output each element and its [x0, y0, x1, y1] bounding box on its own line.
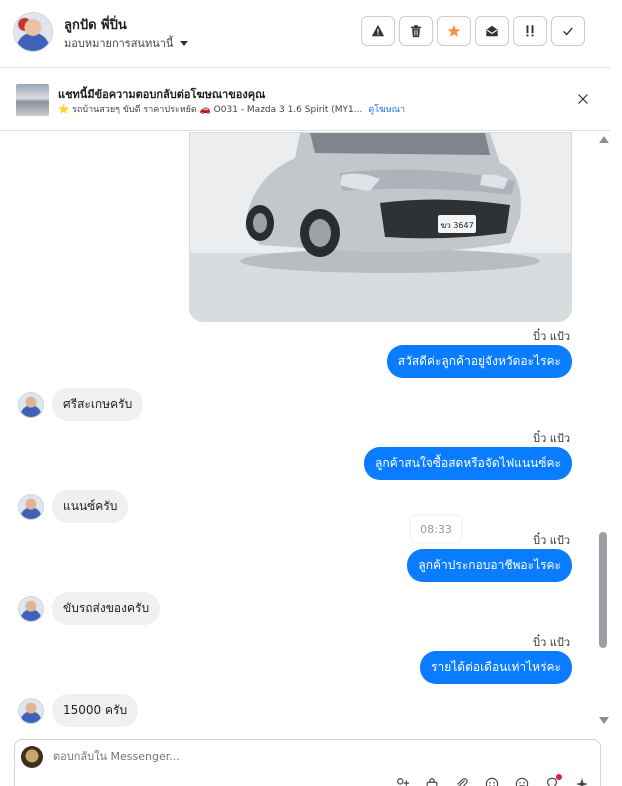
outgoing-message[interactable]: สวัสดีค่ะลูกค้าอยู่จังหวัดอะไรคะ	[386, 345, 572, 378]
add-person-icon[interactable]	[394, 776, 410, 786]
sender-name: บิ๋ว แป้ว	[533, 534, 570, 547]
check-icon	[563, 27, 573, 36]
contact-avatar[interactable]	[13, 12, 53, 52]
star-button[interactable]	[437, 16, 471, 46]
svg-text:ฆว 3647: ฆว 3647	[440, 221, 473, 230]
conversation-header: ลูกปัด พี่ปิ่น มอบหมายการสนทนานี้	[0, 0, 610, 68]
outgoing-message[interactable]: ลูกค้าประกอบอาชีพอะไรคะ	[407, 549, 572, 582]
notification-dot	[556, 774, 562, 780]
outgoing-message[interactable]: ลูกค้าสนใจซื้อสดหรือจัดไฟแนนซ์คะ	[364, 447, 572, 480]
incoming-message[interactable]: แนนซ์ครับ	[52, 490, 129, 523]
incoming-message-row: ขับรถส่งของครับ	[18, 592, 161, 625]
incoming-message[interactable]: ศรีสะเกษครับ	[52, 388, 144, 421]
priority-button[interactable]	[513, 16, 547, 46]
close-banner-button[interactable]	[574, 90, 592, 108]
car-image: ฆว 3647	[190, 133, 571, 321]
car-photo-message[interactable]: ฆว 3647	[189, 132, 572, 322]
ad-description: ⭐ รถบ้านสวยๆ ขับดี ราคาประหยัด 🚗 O031 - …	[58, 105, 363, 115]
sender-name: บิ๋ว แป้ว	[533, 636, 570, 649]
composer-toolbar	[394, 774, 590, 786]
reply-input[interactable]	[53, 750, 453, 763]
bag-icon[interactable]	[424, 776, 440, 786]
scroll-down-arrow-icon[interactable]	[599, 717, 609, 724]
incoming-message-row: ศรีสะเกษครับ	[18, 388, 144, 421]
mark-unread-button[interactable]	[475, 16, 509, 46]
sender-name: บิ๋ว แป้ว	[533, 432, 570, 445]
ad-thumbnail[interactable]	[16, 84, 49, 116]
warning-icon	[371, 24, 385, 37]
ad-banner-subtitle: ⭐ รถบ้านสวยๆ ขับดี ราคาประหยัด 🚗 O031 - …	[58, 102, 405, 116]
star-icon	[447, 24, 461, 37]
contact-name[interactable]: ลูกปัด พี่ปิ่น	[64, 14, 127, 35]
thread-scrollbar[interactable]	[596, 132, 610, 732]
warning-button[interactable]	[361, 16, 395, 46]
contact-avatar-small[interactable]	[18, 595, 44, 622]
message-timestamp: 08:33	[411, 516, 461, 542]
page-avatar	[21, 746, 43, 768]
contact-avatar-small[interactable]	[18, 391, 44, 418]
sticker-icon[interactable]	[514, 776, 530, 786]
sparkle-icon[interactable]	[574, 776, 590, 786]
scroll-up-arrow-icon[interactable]	[599, 136, 609, 143]
conversation-toolbar	[361, 16, 585, 46]
assign-conversation-dropdown[interactable]: มอบหมายการสนทนานี้	[64, 34, 189, 52]
ad-banner-title: แชทนี้มีข้อความตอบกลับต่อโฆษณาของคุณ	[58, 88, 266, 101]
done-button[interactable]	[551, 16, 585, 46]
trash-icon	[410, 25, 422, 38]
view-ad-link[interactable]: ดูโฆษณา	[368, 102, 405, 116]
emoji-icon[interactable]	[484, 776, 500, 786]
attach-icon[interactable]	[454, 776, 470, 786]
assign-label: มอบหมายการสนทนานี้	[64, 37, 174, 50]
incoming-message-row: 15000 ครับ	[18, 694, 139, 727]
close-icon	[578, 94, 588, 104]
bulb-icon[interactable]	[544, 774, 562, 786]
message-thread[interactable]: ฆว 3647 บิ๋ว แป้ว สวัสดีค่ะลูกค้าอยู่จัง…	[0, 132, 596, 732]
sender-name: บิ๋ว แป้ว	[533, 330, 570, 343]
contact-avatar-small[interactable]	[18, 493, 44, 520]
incoming-message-row: แนนซ์ครับ	[18, 490, 129, 523]
incoming-message[interactable]: ขับรถส่งของครับ	[52, 592, 161, 625]
scrollbar-thumb[interactable]	[599, 532, 607, 648]
contact-avatar-small[interactable]	[18, 697, 44, 724]
incoming-message[interactable]: 15000 ครับ	[52, 694, 139, 727]
ad-reply-banner: แชทนี้มีข้อความตอบกลับต่อโฆษณาของคุณ ⭐ ร…	[0, 69, 610, 131]
exclamation-icon	[526, 25, 534, 37]
caret-down-icon	[180, 40, 189, 46]
reply-composer	[14, 739, 601, 786]
delete-button[interactable]	[399, 16, 433, 46]
envelope-open-icon	[486, 25, 498, 37]
outgoing-message[interactable]: รายได้ต่อเดือนเท่าไหร่คะ	[420, 651, 572, 684]
